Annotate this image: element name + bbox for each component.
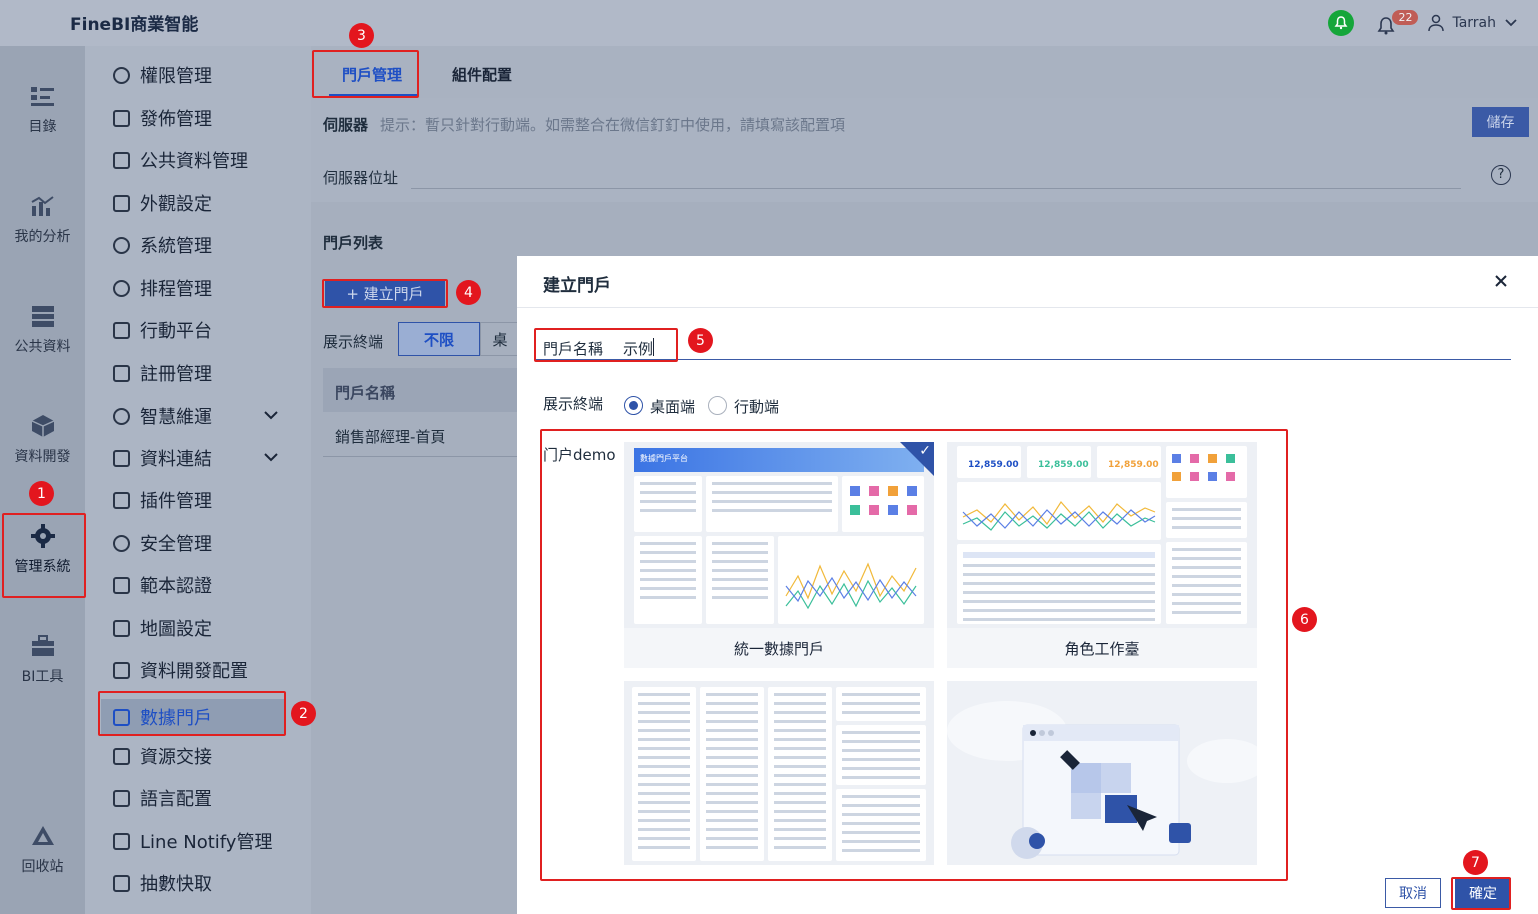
dialog-title: 建立門戶 (543, 276, 611, 296)
menu-item-map[interactable]: 地圖設定 (113, 614, 212, 642)
menu-item-language[interactable]: 語言配置 (113, 784, 212, 812)
line-notify-icon (113, 832, 130, 850)
portal-list-title: 門戶列表 (323, 234, 384, 252)
cancel-button[interactable]: 取消 (1385, 878, 1441, 908)
admin-menu: 權限管理 發佈管理 公共資料管理 外觀設定 系統管理 排程管理 行動平台 註冊管… (85, 46, 311, 914)
menu-item-publish[interactable]: 發佈管理 (113, 104, 212, 132)
rail-item-bi-tools[interactable]: BI工具 (0, 634, 85, 686)
radio-desktop-label: 桌面端 (650, 398, 696, 416)
server-label: 伺服器 (323, 116, 369, 134)
rail-item-my-analysis[interactable]: 我的分析 (0, 194, 85, 246)
callout-number: 6 (1292, 607, 1317, 632)
callout-number: 5 (688, 328, 713, 353)
cube-icon (30, 414, 56, 438)
callout-number: 7 (1463, 850, 1488, 875)
menu-item-handover[interactable]: 資源交接 (113, 742, 212, 770)
map-icon (113, 619, 130, 637)
callout-number: 4 (456, 280, 481, 305)
app-title: FineBI商業智能 (70, 15, 199, 35)
help-icon[interactable]: ? (1491, 165, 1511, 185)
user-name: Tarrah (1452, 15, 1496, 31)
terminal-filter-label: 展示終端 (323, 333, 384, 351)
menu-item-data-dev-config[interactable]: 資料開發配置 (113, 656, 248, 684)
highlight-box-data-portal (98, 691, 286, 736)
menu-item-extract-cache[interactable]: 抽數快取 (113, 869, 212, 897)
terminal-label: 展示終端 (543, 395, 604, 413)
menu-item-schedule[interactable]: 排程管理 (113, 274, 212, 302)
chevron-down-icon (1505, 19, 1517, 27)
callout-number: 1 (29, 481, 54, 506)
menu-item-security[interactable]: 安全管理 (113, 529, 212, 557)
shield-icon (113, 66, 130, 84)
server-address-label: 伺服器位址 (323, 169, 399, 187)
radio-desktop[interactable] (624, 396, 643, 415)
database-icon (30, 304, 56, 328)
rail-item-recycle[interactable]: 回收站 (0, 824, 85, 876)
menu-item-data-connection[interactable]: 資料連結 (113, 444, 293, 472)
timer-icon (113, 279, 130, 297)
puzzle-icon (113, 491, 130, 509)
server-address-input[interactable] (411, 188, 1461, 189)
table-row[interactable]: 銷售部經理-首頁 (335, 426, 445, 447)
menu-item-line-notify[interactable]: Line Notify管理 (113, 827, 272, 855)
recycle-icon (30, 824, 56, 848)
filter-desktop-button[interactable]: 桌 (480, 322, 520, 356)
save-button[interactable]: 儲存 (1472, 107, 1529, 137)
top-bar: FineBI商業智能 22 Tarrah (0, 0, 1538, 46)
mobile-icon (113, 321, 130, 339)
callout-number: 3 (349, 23, 374, 48)
bell-alert-icon[interactable] (1328, 10, 1355, 36)
security-icon (113, 534, 130, 552)
folder-icon (113, 151, 130, 169)
folder-gear-icon (113, 661, 130, 679)
filter-all-button[interactable]: 不限 (398, 322, 480, 356)
chevron-down-icon (263, 408, 279, 424)
notification-badge: 22 (1392, 10, 1419, 25)
highlight-box-templates (540, 429, 1288, 881)
menu-item-public-data-mgmt[interactable]: 公共資料管理 (113, 146, 248, 174)
left-rail: 目錄 我的分析 公共資料 資料開發 管理系統 BI工具 回收站 (0, 46, 85, 914)
user-menu[interactable]: Tarrah (1428, 14, 1518, 32)
menu-item-smart-ops[interactable]: 智慧維運 (113, 402, 293, 430)
menu-item-plugins[interactable]: 插件管理 (113, 486, 212, 514)
rail-item-catalog[interactable]: 目錄 (0, 84, 85, 136)
highlight-box-confirm (1451, 877, 1511, 910)
server-hint: 提示：暫只針對行動端。如需整合在微信釘釘中使用，請填寫該配置項 (380, 116, 846, 134)
menu-item-system[interactable]: 系統管理 (113, 231, 212, 259)
menu-item-mobile[interactable]: 行動平台 (113, 316, 212, 344)
menu-item-template-cert[interactable]: 範本認證 (113, 571, 212, 599)
publish-icon (113, 109, 130, 127)
cache-icon (113, 874, 130, 892)
tab-component-config[interactable]: 組件配置 (452, 64, 512, 85)
close-icon[interactable] (1491, 271, 1511, 291)
settings-icon (113, 236, 130, 254)
certificate-icon (113, 576, 130, 594)
chevron-down-icon (263, 450, 279, 466)
ops-icon (113, 407, 130, 425)
rail-item-data-dev[interactable]: 資料開發 (0, 414, 85, 466)
handover-icon (113, 747, 130, 765)
callout-number: 2 (291, 701, 316, 726)
radio-mobile[interactable] (708, 396, 727, 415)
chart-icon (30, 194, 56, 218)
brush-icon (113, 194, 130, 212)
link-icon (113, 449, 130, 467)
highlight-box-portal-tab (312, 50, 419, 98)
highlight-box-create (322, 279, 448, 308)
user-icon (1428, 14, 1445, 32)
language-icon (113, 789, 130, 807)
highlight-box-admin (2, 513, 86, 598)
register-icon (113, 364, 130, 382)
menu-item-registration[interactable]: 註冊管理 (113, 359, 212, 387)
highlight-box-name (534, 328, 678, 362)
toolbox-icon (30, 634, 56, 658)
radio-mobile-label: 行動端 (734, 398, 780, 416)
rail-item-public-data[interactable]: 公共資料 (0, 304, 85, 356)
list-icon (30, 84, 56, 108)
table-header-name: 門戶名稱 (335, 384, 396, 402)
menu-item-permissions[interactable]: 權限管理 (113, 61, 212, 89)
menu-item-appearance[interactable]: 外觀設定 (113, 189, 212, 217)
notification-bell[interactable]: 22 (1376, 8, 1419, 38)
